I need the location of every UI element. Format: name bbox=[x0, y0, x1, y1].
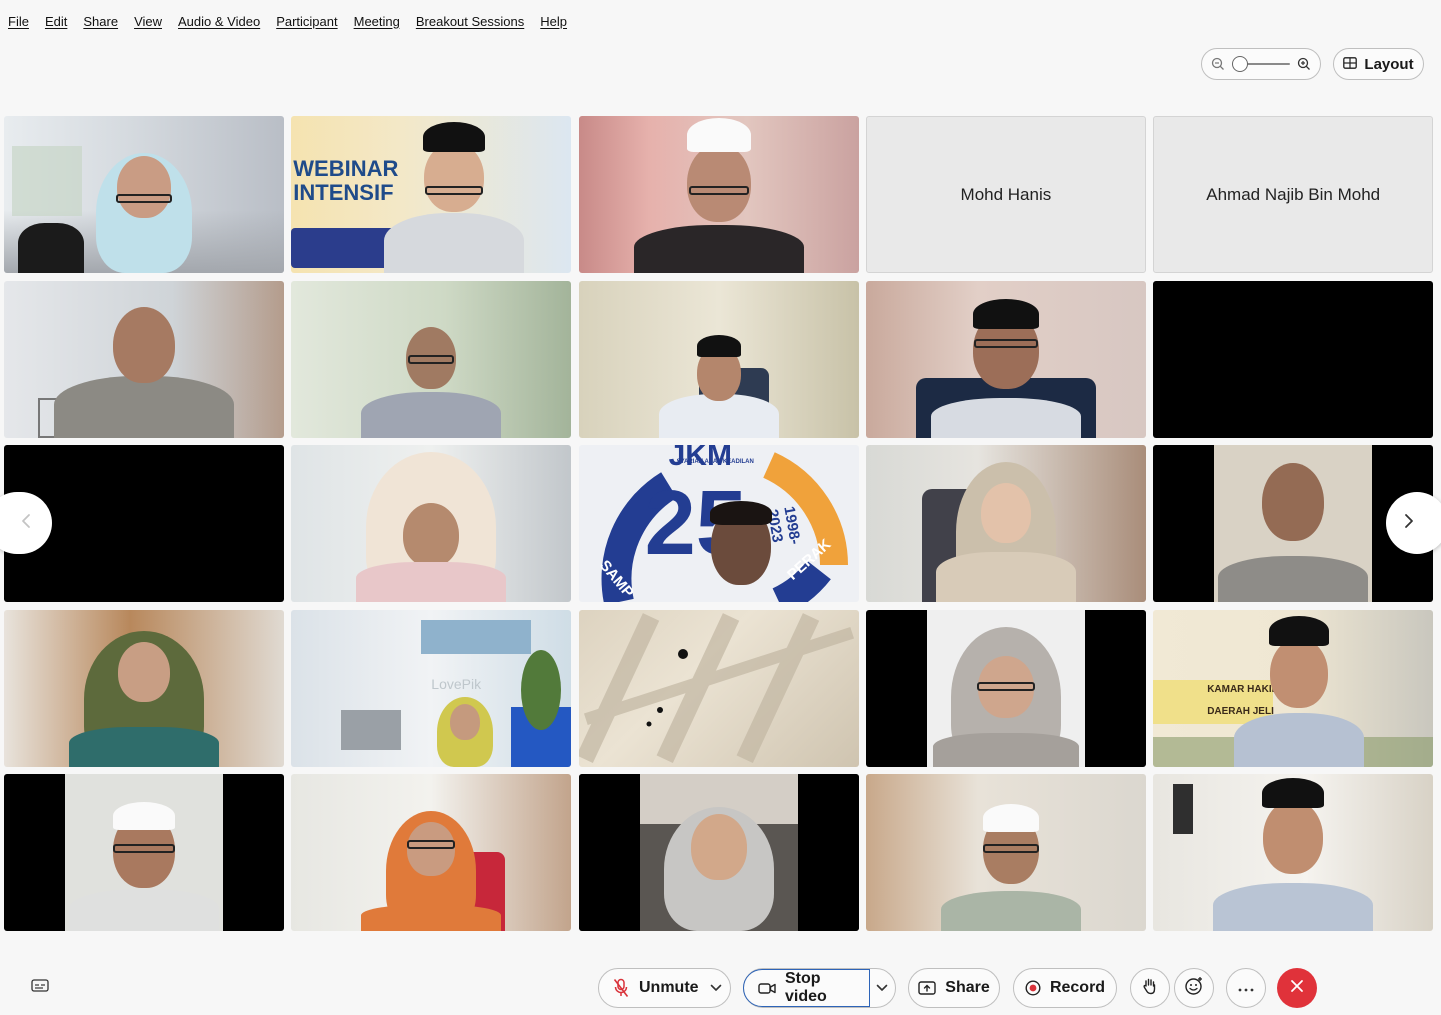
menu-meeting[interactable]: Meeting bbox=[354, 14, 400, 29]
menu-audio-video[interactable]: Audio & Video bbox=[178, 14, 260, 29]
stop-video-label: Stop video bbox=[785, 970, 827, 1005]
video-options-button[interactable] bbox=[870, 969, 895, 1007]
chevron-down-icon bbox=[876, 979, 888, 997]
record-label: Record bbox=[1049, 979, 1106, 996]
participant-tile[interactable] bbox=[578, 116, 859, 273]
closed-captions-icon bbox=[31, 978, 49, 998]
participant-tile[interactable] bbox=[865, 774, 1146, 931]
participant-tile[interactable] bbox=[291, 445, 572, 602]
menu-edit[interactable]: Edit bbox=[45, 14, 67, 29]
participant-tile[interactable] bbox=[1153, 774, 1434, 931]
reactions-button[interactable] bbox=[1174, 968, 1214, 1008]
menu-view[interactable]: View bbox=[134, 14, 162, 29]
more-options-button[interactable] bbox=[1226, 968, 1266, 1008]
unmute-button[interactable]: Unmute bbox=[599, 969, 699, 1007]
menu-file[interactable]: File bbox=[8, 14, 29, 29]
participant-tile[interactable]: WEBINAR INTENSIF bbox=[291, 116, 572, 273]
unmute-control: Unmute bbox=[598, 968, 731, 1008]
menu-help[interactable]: Help bbox=[540, 14, 567, 29]
participant-tile[interactable]: Mohd Hanis bbox=[865, 116, 1146, 273]
participant-tile[interactable] bbox=[291, 774, 572, 931]
chevron-left-icon bbox=[20, 513, 32, 534]
audio-options-button[interactable] bbox=[702, 969, 730, 1007]
share-button[interactable]: Share bbox=[908, 968, 1000, 1008]
participant-tile[interactable] bbox=[865, 445, 1146, 602]
participant-tile[interactable] bbox=[578, 774, 859, 931]
smiley-icon bbox=[1184, 976, 1204, 1001]
zoom-slider-thumb[interactable] bbox=[1232, 56, 1248, 72]
video-control: Stop video bbox=[743, 968, 896, 1008]
participant-tile[interactable] bbox=[578, 609, 859, 767]
more-horizontal-icon bbox=[1238, 979, 1254, 997]
participant-tile[interactable] bbox=[865, 609, 1146, 767]
participant-tile[interactable]: LovePik bbox=[291, 609, 572, 767]
layout-label: Layout bbox=[1364, 55, 1414, 73]
participant-tile[interactable] bbox=[865, 280, 1146, 438]
captions-button[interactable] bbox=[28, 976, 52, 1000]
unmute-label: Unmute bbox=[639, 979, 699, 996]
participant-tile[interactable] bbox=[1153, 280, 1434, 438]
video-grid: WEBINAR INTENSIF Mohd Hanis Ahmad Najib … bbox=[4, 116, 1434, 931]
participant-name: Ahmad Najib Bin Mohd bbox=[1206, 184, 1381, 204]
zoom-out-icon[interactable] bbox=[1210, 56, 1226, 72]
grid-icon bbox=[1343, 56, 1358, 73]
participant-tile[interactable]: JKM SYARIAH ASAS KEADILAN 25 1998-2023 S… bbox=[578, 445, 859, 602]
record-button[interactable]: Record bbox=[1013, 968, 1117, 1008]
leave-meeting-button[interactable] bbox=[1277, 968, 1317, 1008]
participant-tile[interactable]: Ahmad Najib Bin Mohd bbox=[1153, 116, 1434, 273]
participant-name: Mohd Hanis bbox=[960, 184, 1052, 204]
stop-video-button[interactable]: Stop video bbox=[743, 969, 870, 1007]
participant-tile[interactable] bbox=[4, 774, 284, 931]
zoom-in-icon[interactable] bbox=[1296, 56, 1312, 72]
close-icon bbox=[1290, 979, 1304, 998]
menu-breakout-sessions[interactable]: Breakout Sessions bbox=[416, 14, 524, 29]
participant-tile[interactable] bbox=[4, 280, 284, 438]
wall-shadow-pattern bbox=[578, 612, 854, 763]
participant-tile[interactable] bbox=[291, 280, 572, 438]
participant-tile[interactable]: KAMAR HAKIM DAERAH JELI bbox=[1153, 609, 1434, 767]
microphone-muted-icon bbox=[613, 978, 629, 998]
menu-share[interactable]: Share bbox=[83, 14, 118, 29]
share-screen-icon bbox=[918, 981, 936, 995]
participant-tile[interactable] bbox=[578, 280, 859, 438]
zoom-control bbox=[1201, 48, 1321, 80]
menu-bar: File Edit Share View Audio & Video Parti… bbox=[0, 0, 1441, 42]
menu-participant[interactable]: Participant bbox=[276, 14, 337, 29]
layout-button[interactable]: Layout bbox=[1333, 48, 1424, 80]
record-icon bbox=[1025, 980, 1041, 996]
zoom-slider[interactable] bbox=[1232, 56, 1290, 72]
share-label: Share bbox=[945, 979, 990, 996]
raise-hand-button[interactable] bbox=[1130, 968, 1170, 1008]
video-camera-icon bbox=[758, 982, 776, 995]
raise-hand-icon bbox=[1142, 977, 1158, 1000]
chevron-right-icon bbox=[1403, 513, 1415, 534]
participant-tile[interactable] bbox=[4, 609, 284, 767]
chevron-down-icon bbox=[710, 979, 722, 997]
next-page-button[interactable] bbox=[1386, 492, 1441, 554]
participant-tile[interactable] bbox=[4, 116, 284, 273]
